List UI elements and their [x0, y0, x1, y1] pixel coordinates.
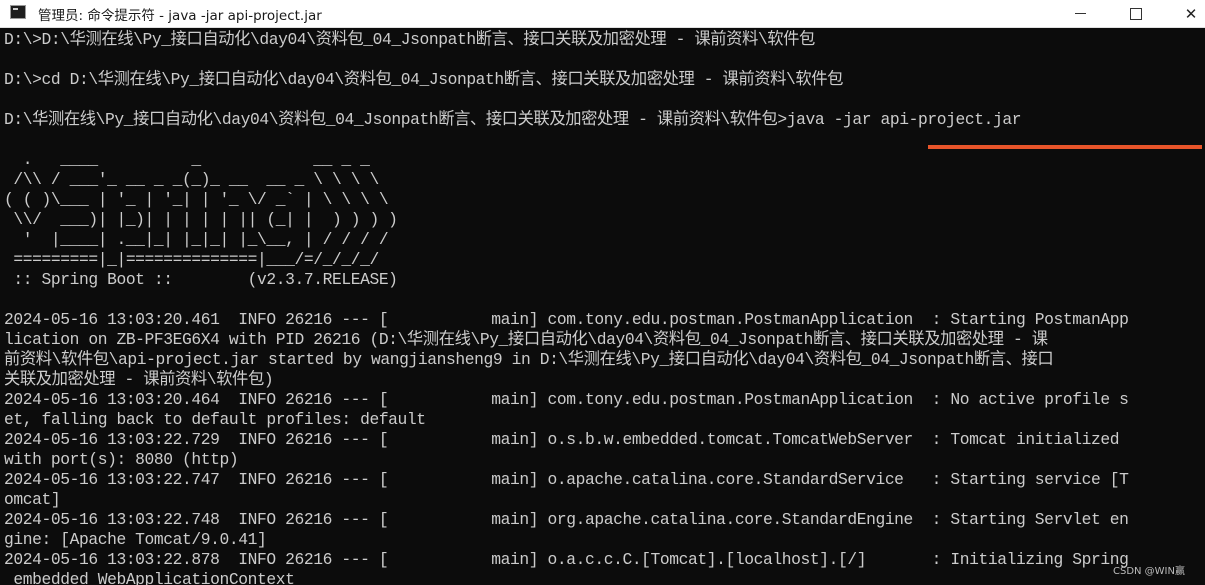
spring-banner-line: /\\ / ___'_ __ _ _(_)_ __ __ _ \ \ \ \	[4, 170, 379, 189]
spring-banner-line: ' |____| .__|_| |_|_| |_\__, | / / / /	[4, 230, 389, 249]
log-line: 2024-05-16 13:03:22.747 INFO 26216 --- […	[4, 470, 1129, 489]
console-line: D:\华测在线\Py_接口自动化\day04\资料包_04_Jsonpath断言…	[4, 110, 1022, 129]
log-line: with port(s): 8080 (http)	[4, 450, 239, 469]
log-line: 2024-05-16 13:03:20.464 INFO 26216 --- […	[4, 390, 1129, 409]
log-line: lication on ZB-PF3EG6X4 with PID 26216 (…	[4, 330, 1048, 349]
console-line: D:\>D:\华测在线\Py_接口自动化\day04\资料包_04_Jsonpa…	[4, 30, 815, 49]
maximize-button[interactable]	[1111, 0, 1161, 27]
minimize-icon	[1074, 13, 1086, 14]
log-line: 前资料\软件包\api-project.jar started by wangj…	[4, 350, 1054, 369]
cmd-icon[interactable]	[10, 5, 26, 19]
maximize-icon	[1130, 7, 1142, 20]
close-icon: ✕	[1184, 4, 1198, 23]
spring-boot-version: :: Spring Boot :: (v2.3.7.RELEASE)	[4, 270, 398, 289]
log-line: gine: [Apache Tomcat/9.0.41]	[4, 530, 267, 549]
close-button[interactable]: ✕	[1166, 0, 1205, 27]
log-line: et, falling back to default profiles: de…	[4, 410, 426, 429]
log-line: 关联及加密处理 - 课前资料\软件包)	[4, 370, 274, 389]
spring-banner-line: . ____ _ __ _ _	[4, 150, 370, 169]
title-bar[interactable]: 管理员: 命令提示符 - java -jar api-project.jar ✕	[0, 0, 1205, 28]
log-line: 2024-05-16 13:03:22.878 INFO 26216 --- […	[4, 550, 1129, 569]
spring-banner-line: \\/ ___)| |_)| | | | | || (_| | ) ) ) )	[4, 210, 398, 229]
spring-banner-line: ( ( )\___ | '_ | '_| | '_ \/ _` | \ \ \ …	[4, 190, 389, 209]
watermark: CSDN @WIN赢	[1112, 566, 1185, 577]
command-highlight-underline	[928, 145, 1202, 149]
spring-banner-line: =========|_|==============|___/=/_/_/_/	[4, 250, 379, 269]
log-line: 2024-05-16 13:03:22.748 INFO 26216 --- […	[4, 510, 1129, 529]
log-line: omcat]	[4, 490, 61, 509]
window-title: 管理员: 命令提示符 - java -jar api-project.jar	[38, 8, 322, 24]
console-line: D:\>cd D:\华测在线\Py_接口自动化\day04\资料包_04_Jso…	[4, 70, 844, 89]
log-line: embedded WebApplicationContext	[4, 570, 295, 585]
console-output[interactable]: D:\>D:\华测在线\Py_接口自动化\day04\资料包_04_Jsonpa…	[0, 28, 1205, 585]
log-line: 2024-05-16 13:03:22.729 INFO 26216 --- […	[4, 430, 1120, 449]
log-line: 2024-05-16 13:03:20.461 INFO 26216 --- […	[4, 310, 1129, 329]
minimize-button[interactable]	[1055, 0, 1105, 27]
